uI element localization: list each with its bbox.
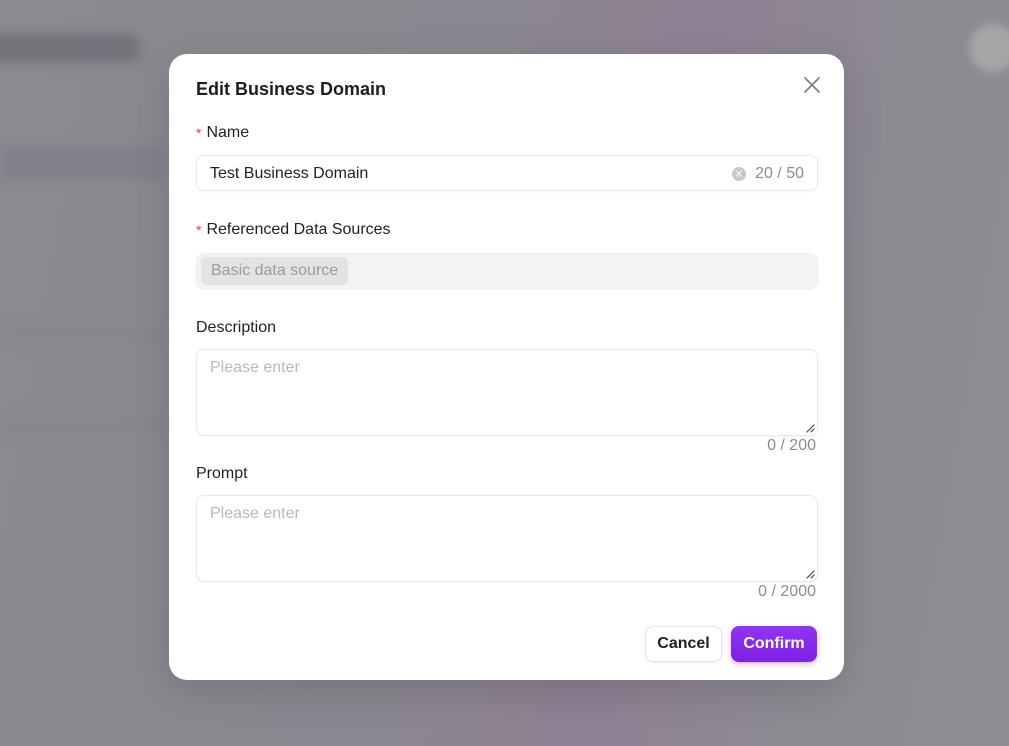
name-input-value: Test Business Domain [210, 165, 369, 182]
background-avatar [969, 24, 1009, 72]
cancel-button[interactable]: Cancel [645, 626, 722, 662]
prompt-char-counter: 0 / 2000 [758, 583, 816, 600]
data-sources-select[interactable]: Basic data source [196, 253, 818, 289]
background-breadcrumb [0, 146, 165, 180]
close-icon [804, 77, 820, 93]
description-placeholder: Please enter [210, 359, 300, 376]
prompt-label: Prompt [196, 465, 248, 482]
name-char-counter: 20 / 50 [755, 165, 804, 182]
resize-handle-icon[interactable] [805, 423, 815, 433]
description-textarea[interactable]: Please enter [196, 349, 818, 436]
name-label-text: Name [206, 124, 250, 141]
background-row [0, 420, 170, 430]
dialog-title: Edit Business Domain [196, 79, 387, 99]
prompt-textarea[interactable]: Please enter [196, 495, 818, 582]
background-logo [0, 34, 140, 62]
prompt-placeholder: Please enter [210, 505, 300, 522]
required-marker: * [196, 125, 202, 141]
background-row [0, 330, 170, 340]
confirm-button[interactable]: Confirm [731, 626, 817, 662]
data-sources-label-text: Referenced Data Sources [206, 221, 391, 238]
description-char-counter: 0 / 200 [767, 437, 816, 454]
required-marker: * [196, 222, 202, 238]
edit-business-domain-dialog: Edit Business Domain * Name Test Business… [169, 54, 844, 680]
description-label: Description [196, 319, 277, 336]
close-button[interactable] [802, 75, 822, 95]
resize-handle-icon[interactable] [805, 569, 815, 579]
name-label: * Name [196, 124, 249, 142]
clear-circle-icon[interactable] [732, 167, 746, 181]
name-input[interactable]: Test Business Domain 20 / 50 [196, 155, 818, 191]
data-source-tag: Basic data source [201, 257, 349, 285]
data-sources-label: * Referenced Data Sources [196, 221, 391, 239]
